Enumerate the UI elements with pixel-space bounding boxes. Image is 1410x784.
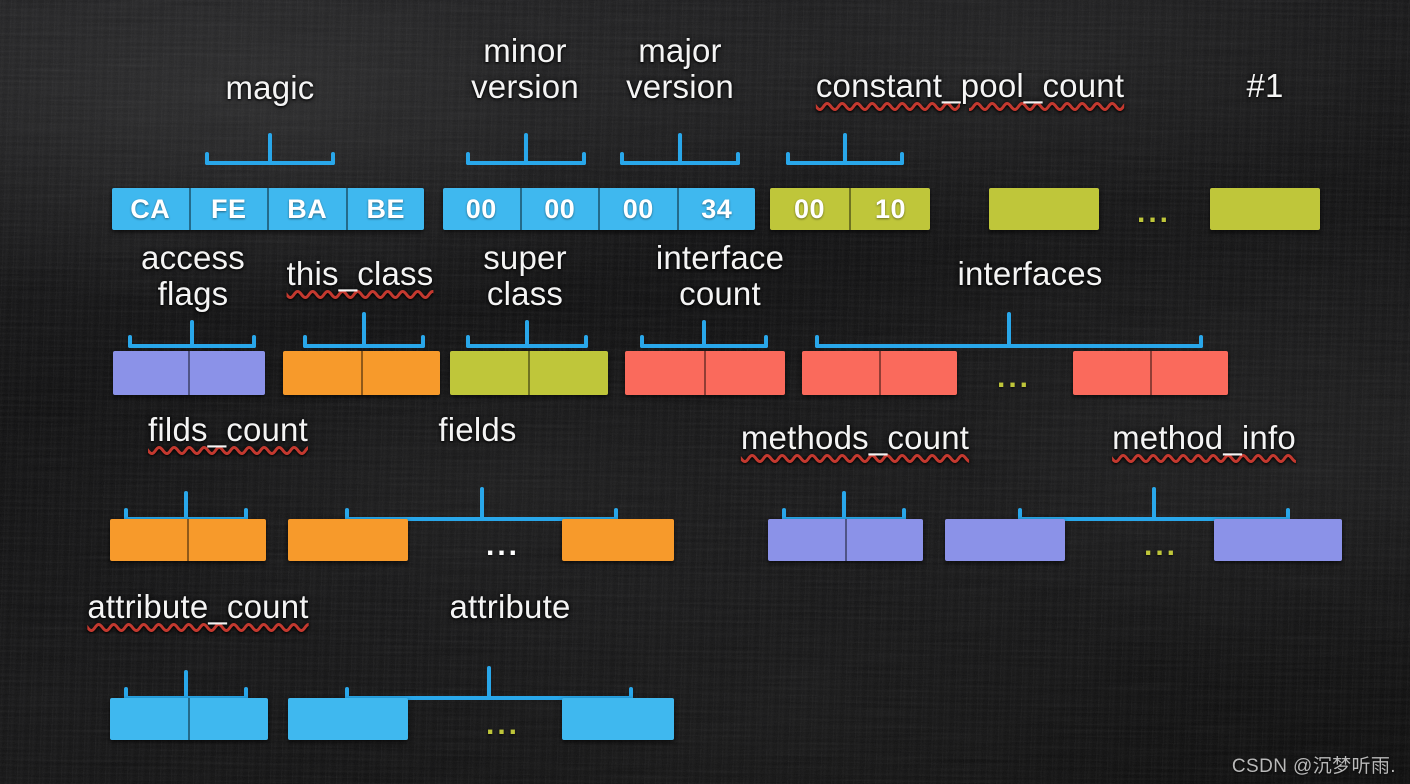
- block-interface-entry-n[interactable]: [1073, 351, 1228, 395]
- byte-cell[interactable]: [562, 698, 674, 740]
- label-access-flags: access flags: [141, 239, 245, 312]
- byte-cell[interactable]: CA: [112, 188, 189, 230]
- block-interface-count-bytes[interactable]: [625, 351, 785, 395]
- bracket-major-version: [620, 131, 740, 165]
- block-constant-pool-entry-n[interactable]: [1210, 188, 1320, 230]
- block-method-info-n[interactable]: [1214, 519, 1342, 561]
- label-filds-count: filds_count: [148, 411, 308, 448]
- byte-cell[interactable]: [110, 519, 187, 561]
- label-magic: magic: [225, 69, 315, 106]
- bracket-attribute: [345, 666, 633, 700]
- csdn-watermark: CSDN @沉梦听雨.: [1231, 756, 1396, 777]
- bracket-attribute-count: [124, 666, 248, 700]
- byte-cell[interactable]: [802, 351, 879, 395]
- byte-cell[interactable]: [187, 519, 266, 561]
- fields-ellipsis: ...: [486, 529, 521, 562]
- label-minor-version: minor version: [471, 32, 579, 105]
- byte-cell[interactable]: [768, 519, 845, 561]
- byte-cell[interactable]: [945, 519, 1065, 561]
- block-method-info-1[interactable]: [945, 519, 1065, 561]
- byte-cell[interactable]: FE: [188, 188, 268, 230]
- label-attribute: attribute: [449, 588, 571, 625]
- bracket-access-flags: [128, 314, 256, 348]
- methods-ellipsis: ...: [1144, 529, 1179, 562]
- byte-cell[interactable]: [283, 351, 361, 395]
- byte-cell[interactable]: [625, 351, 704, 395]
- byte-cell[interactable]: 00: [598, 188, 677, 230]
- bracket-methods-count: [782, 487, 906, 521]
- bracket-constant-pool-count: [786, 131, 904, 165]
- block-access-flags-bytes[interactable]: [113, 351, 265, 395]
- byte-cell[interactable]: [1073, 351, 1150, 395]
- byte-cell[interactable]: [188, 698, 268, 740]
- bracket-super-class: [466, 314, 588, 348]
- block-version-bytes[interactable]: 00 00 00 34: [443, 188, 755, 230]
- byte-cell[interactable]: [288, 698, 408, 740]
- block-attribute-count-bytes[interactable]: [110, 698, 268, 740]
- bracket-this-class: [303, 312, 425, 348]
- block-methods-count-bytes[interactable]: [768, 519, 923, 561]
- byte-cell[interactable]: [878, 351, 958, 395]
- byte-cell[interactable]: 00: [770, 188, 849, 230]
- byte-cell[interactable]: [113, 351, 188, 395]
- label-interfaces: interfaces: [957, 255, 1103, 292]
- label-constant-pool-entry-1: #1: [1246, 67, 1284, 104]
- block-fields-count-bytes[interactable]: [110, 519, 266, 561]
- block-attribute-info-n[interactable]: [562, 698, 674, 740]
- byte-cell[interactable]: [288, 519, 408, 561]
- label-method-info: method_info: [1112, 419, 1296, 456]
- label-interface-count: interface count: [655, 239, 785, 312]
- byte-cell[interactable]: [1214, 519, 1342, 561]
- block-super-class-bytes[interactable]: [450, 351, 608, 395]
- label-major-version: major version: [626, 32, 734, 105]
- bracket-interfaces: [815, 312, 1203, 348]
- block-this-class-bytes[interactable]: [283, 351, 440, 395]
- interfaces-ellipsis: ...: [997, 361, 1032, 394]
- bracket-magic: [205, 131, 335, 165]
- byte-cell[interactable]: [989, 188, 1099, 230]
- constant-pool-ellipsis: ...: [1137, 196, 1172, 229]
- byte-cell[interactable]: [450, 351, 528, 395]
- block-constant-pool-entry-1[interactable]: [989, 188, 1099, 230]
- block-field-info-1[interactable]: [288, 519, 408, 561]
- byte-cell[interactable]: 34: [676, 188, 756, 230]
- bracket-method-info: [1018, 487, 1290, 521]
- byte-cell[interactable]: [1210, 188, 1320, 230]
- diagram-stage: magic minor version major version consta…: [0, 0, 1410, 784]
- byte-cell[interactable]: BA: [267, 188, 346, 230]
- block-interface-entry-1[interactable]: [802, 351, 957, 395]
- bracket-interface-count: [640, 314, 768, 348]
- bracket-filds-count: [124, 487, 248, 521]
- byte-cell[interactable]: 10: [849, 188, 930, 230]
- byte-cell[interactable]: [528, 351, 608, 395]
- byte-cell[interactable]: [704, 351, 785, 395]
- byte-cell[interactable]: [360, 351, 441, 395]
- label-methods-count: methods_count: [740, 419, 970, 456]
- byte-cell[interactable]: 00: [519, 188, 599, 230]
- byte-cell[interactable]: [562, 519, 674, 561]
- block-constant-pool-count-bytes[interactable]: 00 10: [770, 188, 930, 230]
- byte-cell[interactable]: [110, 698, 188, 740]
- block-field-info-n[interactable]: [562, 519, 674, 561]
- label-fields: fields: [438, 411, 517, 448]
- block-magic-bytes[interactable]: CA FE BA BE: [112, 188, 424, 230]
- label-this-class: this_class: [286, 255, 434, 292]
- byte-cell[interactable]: [1149, 351, 1229, 395]
- byte-cell[interactable]: BE: [345, 188, 425, 230]
- label-attribute-count: attribute_count: [87, 588, 309, 625]
- label-constant-pool-count: constant_pool_count: [815, 67, 1125, 104]
- bracket-fields: [345, 487, 618, 521]
- attributes-ellipsis: ...: [486, 708, 521, 741]
- byte-cell[interactable]: 00: [443, 188, 520, 230]
- label-super-class: super class: [483, 239, 567, 312]
- bracket-minor-version: [466, 131, 586, 165]
- block-attribute-info-1[interactable]: [288, 698, 408, 740]
- byte-cell[interactable]: [844, 519, 924, 561]
- byte-cell[interactable]: [188, 351, 265, 395]
